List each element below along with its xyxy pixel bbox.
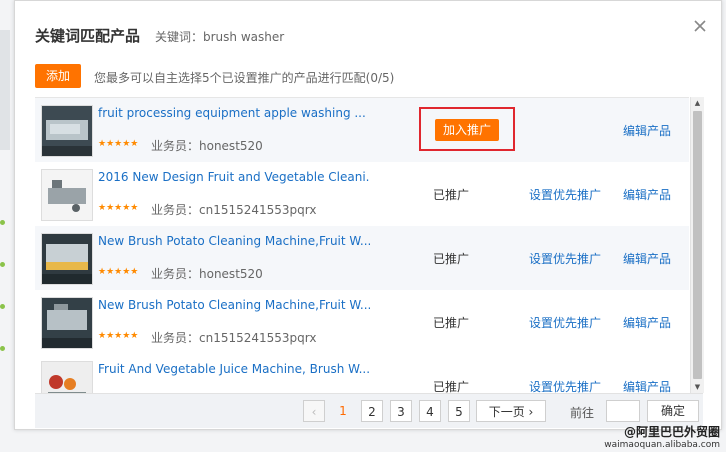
- promotion-status: 已推广: [433, 188, 470, 202]
- keyword-match-dialog: 关键词匹配产品 关键词：brush washer 添加 您最多可以自主选择5个已…: [14, 0, 722, 430]
- product-thumbnail[interactable]: [41, 233, 93, 285]
- product-title-link[interactable]: New Brush Potato Cleaning Machine,Fruit …: [98, 234, 370, 248]
- backdrop-dot: [0, 262, 5, 267]
- highlight-box: 加入推广: [419, 107, 515, 151]
- set-priority-link[interactable]: 设置优先推广: [529, 250, 601, 267]
- backdrop-dot: [0, 304, 5, 309]
- edit-product-link[interactable]: 编辑产品: [623, 122, 671, 139]
- salesperson: 业务员：honest520: [151, 139, 263, 153]
- list-item: 2016 New Design Fruit and Vegetable Clea…: [35, 162, 689, 227]
- list-item: fruit processing equipment apple washing…: [35, 98, 689, 163]
- product-title-link[interactable]: Fruit And Vegetable Juice Machine, Brush…: [98, 362, 370, 376]
- rating-stars: ★★★★★: [98, 139, 139, 149]
- pagination: ‹ 1 2 3 4 5 下一页 › 前往 确定: [35, 393, 703, 428]
- product-list: fruit processing equipment apple washing…: [35, 97, 689, 394]
- list-item: Fruit And Vegetable Juice Machine, Brush…: [35, 354, 689, 394]
- product-thumbnail[interactable]: [41, 105, 93, 157]
- product-thumbnail[interactable]: [41, 297, 93, 349]
- scroll-down-icon[interactable]: ▼: [691, 381, 704, 393]
- set-priority-link[interactable]: 设置优先推广: [529, 186, 601, 203]
- promotion-status: 已推广: [433, 252, 470, 266]
- close-icon[interactable]: [693, 19, 707, 33]
- next-page-button[interactable]: 下一页 ›: [476, 400, 546, 422]
- salesperson: 业务员：cn1515241553pqrx: [151, 331, 317, 345]
- scroll-thumb[interactable]: [693, 111, 702, 379]
- list-item: New Brush Potato Cleaning Machine,Fruit …: [35, 290, 689, 355]
- set-priority-link[interactable]: 设置优先推广: [529, 378, 601, 394]
- rating-stars: ★★★★★: [98, 267, 139, 277]
- backdrop-sidebar: [0, 30, 10, 150]
- confirm-button[interactable]: 确定: [647, 400, 699, 422]
- edit-product-link[interactable]: 编辑产品: [623, 186, 671, 203]
- watermark: @阿里巴巴外贸圈 waimaoquan.alibaba.com: [604, 423, 720, 450]
- edit-product-link[interactable]: 编辑产品: [623, 378, 671, 394]
- page-5[interactable]: 5: [448, 400, 470, 422]
- scroll-up-icon[interactable]: ▲: [691, 97, 704, 109]
- page-1[interactable]: 1: [332, 400, 354, 422]
- list-item: New Brush Potato Cleaning Machine,Fruit …: [35, 226, 689, 291]
- edit-product-link[interactable]: 编辑产品: [623, 314, 671, 331]
- goto-label: 前往: [570, 406, 595, 420]
- promotion-status: 已推广: [433, 316, 470, 330]
- selection-hint: 您最多可以自主选择5个已设置推广的产品进行匹配(0/5): [94, 71, 395, 85]
- add-button[interactable]: 添加: [35, 64, 81, 88]
- page-4[interactable]: 4: [419, 400, 441, 422]
- product-title-link[interactable]: 2016 New Design Fruit and Vegetable Clea…: [98, 170, 370, 184]
- goto-page-input[interactable]: [606, 400, 640, 422]
- salesperson: 业务员：cn1515241553pqrx: [151, 203, 317, 217]
- rating-stars: ★★★★★: [98, 203, 139, 213]
- prev-page-button[interactable]: ‹: [303, 400, 325, 422]
- dialog-title: 关键词匹配产品: [35, 27, 141, 45]
- backdrop-dot: [0, 346, 5, 351]
- product-title-link[interactable]: fruit processing equipment apple washing…: [98, 106, 370, 120]
- promotion-status: 已推广: [433, 380, 470, 394]
- edit-product-link[interactable]: 编辑产品: [623, 250, 671, 267]
- keyword-label: 关键词：brush washer: [155, 30, 285, 44]
- set-priority-link[interactable]: 设置优先推广: [529, 314, 601, 331]
- list-scrollbar[interactable]: ▲ ▼: [690, 97, 704, 393]
- watermark-sub: waimaoquan.alibaba.com: [604, 440, 720, 450]
- salesperson: 业务员：honest520: [151, 267, 263, 281]
- rating-stars: ★★★★★: [98, 331, 139, 341]
- product-title-link[interactable]: New Brush Potato Cleaning Machine,Fruit …: [98, 298, 370, 312]
- backdrop-dot: [0, 220, 5, 225]
- watermark-main: @阿里巴巴外贸圈: [623, 425, 720, 439]
- product-thumbnail[interactable]: [41, 169, 93, 221]
- page-3[interactable]: 3: [390, 400, 412, 422]
- add-promotion-button[interactable]: 加入推广: [435, 119, 499, 141]
- product-thumbnail[interactable]: [41, 361, 93, 394]
- page-2[interactable]: 2: [361, 400, 383, 422]
